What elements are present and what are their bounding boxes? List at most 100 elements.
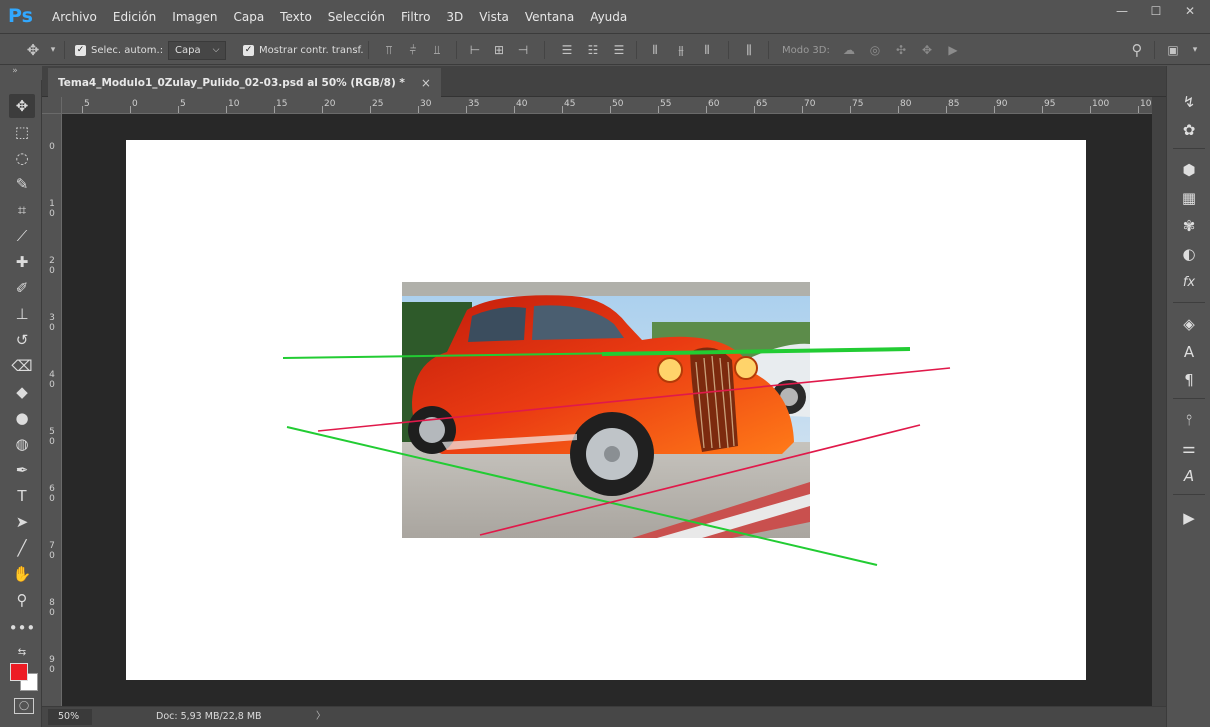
ruler-tick-mark xyxy=(850,106,851,113)
color-icon[interactable]: ✿ xyxy=(1176,118,1202,142)
actions-icon[interactable]: ▶ xyxy=(1176,506,1202,530)
paragraph-icon[interactable]: ¶ xyxy=(1176,368,1202,392)
move-tool-preset-icon[interactable]: ✥ xyxy=(24,35,42,65)
align-right-icon[interactable]: ⊣ xyxy=(514,35,532,65)
align-vcenter-icon[interactable]: ⫩ xyxy=(404,35,422,65)
properties-icon[interactable]: ⫯ xyxy=(1176,408,1202,432)
blur-icon[interactable]: ● xyxy=(9,406,35,430)
eraser-icon[interactable]: ⌫ xyxy=(9,354,35,378)
menu-filtro[interactable]: Filtro xyxy=(393,0,438,34)
align-bottom-icon[interactable]: ⫫ xyxy=(428,35,446,65)
ruler-tick-mark xyxy=(226,106,227,113)
zoom-level-field[interactable]: 50% xyxy=(48,709,92,725)
minimize-button[interactable]: — xyxy=(1108,2,1136,20)
menu-3d[interactable]: 3D xyxy=(438,0,471,34)
chevron-down-icon[interactable]: ▾ xyxy=(44,35,62,65)
show-transform-option[interactable]: ✓ Mostrar contr. transf. xyxy=(243,35,364,65)
close-tab-icon[interactable]: × xyxy=(421,76,431,90)
roll-3d-icon[interactable]: ◎ xyxy=(866,35,884,65)
auto-align-icon[interactable]: ⫼ xyxy=(740,35,758,65)
channels-icon[interactable]: ⚌ xyxy=(1176,436,1202,460)
quick-mask-icon[interactable]: ◯ xyxy=(14,698,34,714)
layers-icon[interactable]: ◈ xyxy=(1176,312,1202,336)
ruler-tick-mark xyxy=(802,106,803,113)
vertical-scrollbar[interactable] xyxy=(1152,97,1166,706)
paint-bucket-icon[interactable]: ◆ xyxy=(9,380,35,404)
lasso-icon[interactable]: ◌ xyxy=(9,146,35,170)
3d-icon[interactable]: ⬢ xyxy=(1176,158,1202,182)
brush-icon[interactable]: ✐ xyxy=(9,276,35,300)
menu-texto[interactable]: Texto xyxy=(272,0,320,34)
drag-3d-icon[interactable]: ✣ xyxy=(892,35,910,65)
horizontal-ruler[interactable]: 5 0 5 10 15 20 25 30 35 40 45 50 55 60 65 70 75 80 85 90 95 1… xyxy=(62,97,1157,114)
show-transform-checkbox[interactable]: ✓ xyxy=(243,44,254,56)
align-hcenter-icon[interactable]: ⊞ xyxy=(490,35,508,65)
menu-imagen[interactable]: Imagen xyxy=(164,0,225,34)
quick-select-icon[interactable]: ✎ xyxy=(9,172,35,196)
ruler-tick-label: 1 0 xyxy=(49,199,55,219)
menu-capa[interactable]: Capa xyxy=(225,0,272,34)
paths-icon[interactable]: ✾ xyxy=(1176,214,1202,238)
foreground-color-swatch[interactable] xyxy=(10,663,28,681)
eyedropper-icon[interactable]: ⟋ xyxy=(9,224,35,248)
menu-seleccion[interactable]: Selección xyxy=(320,0,393,34)
adjustments-icon[interactable]: ◐ xyxy=(1176,242,1202,266)
menu-edicion[interactable]: Edición xyxy=(105,0,164,34)
restore-button[interactable]: ☐ xyxy=(1142,2,1170,20)
clone-stamp-icon[interactable]: ⊥ xyxy=(9,302,35,326)
vertical-ruler[interactable]: 0 1 0 2 0 3 0 4 0 5 0 6 0 7 0 8 0 9 0 xyxy=(42,114,62,706)
canvas-area[interactable] xyxy=(62,114,1152,706)
chevron-down-icon[interactable]: ▾ xyxy=(1186,35,1204,65)
ruler-tick-mark xyxy=(322,106,323,113)
distribute-hcenter-icon[interactable]: ⫵ xyxy=(672,35,690,65)
search-icon[interactable]: ⚲ xyxy=(1128,35,1146,65)
distribute-left-icon[interactable]: ⫴ xyxy=(646,35,664,65)
move-icon[interactable]: ✥ xyxy=(9,94,35,118)
menu-items: Archivo Edición Imagen Capa Texto Selecc… xyxy=(44,0,635,34)
ruler-tick-mark xyxy=(562,106,563,113)
workspace-icon[interactable]: ▣ xyxy=(1164,35,1182,65)
hand-icon[interactable]: ✋ xyxy=(9,562,35,586)
menu-ventana[interactable]: Ventana xyxy=(517,0,582,34)
auto-select-target[interactable]: Capa ⌵ xyxy=(168,35,227,65)
marquee-icon[interactable]: ⬚ xyxy=(9,120,35,144)
zoom-icon[interactable]: ⚲ xyxy=(9,588,35,612)
align-top-icon[interactable]: ⫪ xyxy=(380,35,398,65)
close-button[interactable]: ✕ xyxy=(1176,2,1204,20)
more-tools-icon[interactable]: ••• xyxy=(9,616,36,640)
swatches-icon[interactable]: ▦ xyxy=(1176,186,1202,210)
pen-icon[interactable]: ✒ xyxy=(9,458,35,482)
dodge-icon[interactable]: ◍ xyxy=(9,432,35,456)
swap-colors-icon[interactable]: ⇆ xyxy=(9,640,35,664)
type-icon[interactable]: T xyxy=(9,484,35,508)
history-brush-icon[interactable]: ↺ xyxy=(9,328,35,352)
distribute-bottom-icon[interactable]: ☰ xyxy=(610,35,628,65)
character-icon[interactable]: A xyxy=(1176,340,1202,364)
glyphs-icon[interactable]: A xyxy=(1176,464,1202,488)
auto-select-dropdown[interactable]: Capa ⌵ xyxy=(168,40,227,60)
history-icon[interactable]: ↯ xyxy=(1176,90,1202,114)
camera-3d-icon[interactable]: ▶ xyxy=(944,35,962,65)
auto-select-option[interactable]: ✓ Selec. autom.: xyxy=(75,35,163,65)
distribute-vcenter-icon[interactable]: ☷ xyxy=(584,35,602,65)
collapse-tools-icon[interactable]: » xyxy=(8,66,22,80)
distribute-right-icon[interactable]: ⫴ xyxy=(698,35,716,65)
distribute-top-icon[interactable]: ☰ xyxy=(558,35,576,65)
line-icon[interactable]: ╱ xyxy=(9,536,35,560)
auto-select-checkbox[interactable]: ✓ xyxy=(75,44,86,56)
ruler-tick-mark xyxy=(514,106,515,113)
slide-3d-icon[interactable]: ✥ xyxy=(918,35,936,65)
menu-ayuda[interactable]: Ayuda xyxy=(582,0,635,34)
align-left-icon[interactable]: ⊢ xyxy=(466,35,484,65)
menu-archivo[interactable]: Archivo xyxy=(44,0,105,34)
crop-icon[interactable]: ⌗ xyxy=(9,198,35,222)
document-tab[interactable]: Tema4_Modulo1_0Zulay_Pulido_02-03.psd al… xyxy=(48,68,441,97)
status-menu-arrow[interactable]: 〉 xyxy=(316,707,326,727)
orbit-3d-icon[interactable]: ☁ xyxy=(840,35,858,65)
separator xyxy=(544,41,545,59)
styles-icon[interactable]: fx xyxy=(1176,270,1202,294)
ruler-tick-label: 25 xyxy=(372,99,384,109)
healing-brush-icon[interactable]: ✚ xyxy=(9,250,35,274)
menu-vista[interactable]: Vista xyxy=(471,0,517,34)
path-select-icon[interactable]: ➤ xyxy=(9,510,35,534)
